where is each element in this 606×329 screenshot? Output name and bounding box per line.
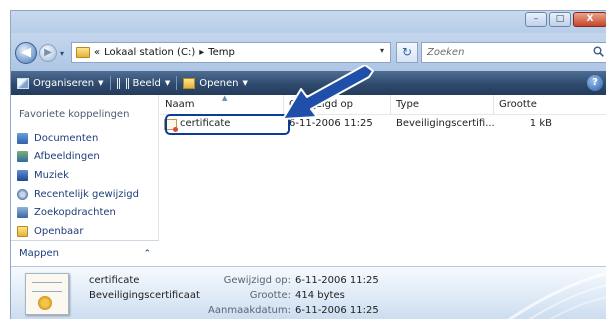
certificate-lines [32, 282, 62, 292]
file-name: certificate [180, 118, 231, 129]
refresh-button[interactable]: ↻ [396, 42, 418, 63]
view-label: Beeld [132, 77, 161, 89]
sidebar-item-pictures[interactable]: Afbeeldingen [17, 148, 139, 167]
details-file-type: Beveiligingscertificaat [89, 290, 200, 301]
breadcrumb-temp[interactable]: Temp [208, 47, 235, 58]
view-icon [116, 77, 129, 89]
file-list: Naam ▲ Gewijzigd op Type Grootte certifi… [160, 94, 606, 266]
sidebar-item-recent[interactable]: Recentelijk gewijzigd [17, 185, 139, 204]
certificate-preview-icon [25, 273, 69, 315]
details-modified-value: 6-11-2006 11:25 [295, 275, 379, 286]
details-size-value: 414 bytes [295, 290, 345, 301]
details-created-value: 6-11-2006 11:25 [295, 305, 379, 316]
details-size-label: Grootte: [249, 290, 291, 301]
back-button[interactable]: ◀ [15, 42, 37, 64]
forward-button[interactable]: ▶ [39, 44, 57, 62]
column-header-name[interactable]: Naam ▲ [160, 94, 284, 115]
music-icon [17, 169, 28, 181]
close-button[interactable]: X [573, 12, 606, 27]
breadcrumb-drive[interactable]: Lokaal station (C:) [104, 47, 195, 58]
sidebar-item-label: Muziek [34, 169, 69, 181]
decorative-swoosh [507, 271, 606, 319]
details-pane: certificate Beveiligingscertificaat Gewi… [11, 266, 606, 319]
help-icon[interactable]: ? [587, 75, 603, 91]
table-row[interactable]: certificate 6-11-2006 11:25 Beveiligings… [160, 115, 606, 133]
sidebar-item-label: Openbaar [34, 225, 84, 237]
organize-label: Organiseren [33, 77, 95, 89]
sidebar-item-label: Recentelijk gewijzigd [34, 188, 139, 200]
sidebar-item-searches[interactable]: Zoekopdrachten [17, 203, 139, 222]
address-bar[interactable]: « Lokaal station (C:) ▸ Temp ▾ [71, 42, 391, 63]
folders-toggle[interactable]: Mappen ⌃ [11, 240, 159, 266]
navigation-pane: Favoriete koppelingen Documenten Afbeeld… [11, 95, 159, 266]
documents-icon [17, 132, 28, 144]
details-file-name: certificate [89, 275, 140, 286]
sidebar-item-label: Zoekopdrachten [34, 207, 116, 219]
column-header-type[interactable]: Type [391, 95, 494, 115]
file-size-cell: 1 kB [529, 118, 552, 129]
favorite-links-heading: Favoriete koppelingen [19, 109, 130, 120]
search-icon[interactable] [593, 46, 604, 60]
explorer-window: – □ X ◀ ▶ ▾ « Lokaal station (C:) ▸ Temp… [10, 10, 606, 319]
public-folder-icon [17, 225, 28, 237]
sort-ascending-icon: ▲ [222, 94, 228, 102]
sidebar-item-music[interactable]: Muziek [17, 166, 139, 185]
folder-icon [76, 47, 90, 58]
open-folder-icon [183, 77, 196, 89]
search-placeholder: Zoeken [427, 47, 465, 58]
details-modified-label: Gewijzigd op: [223, 275, 291, 286]
details-created-label: Aanmaakdatum: [208, 305, 291, 316]
column-header-size[interactable]: Grootte [494, 95, 558, 115]
folders-label: Mappen [19, 248, 59, 259]
breadcrumb-separator-icon[interactable]: ▸ [199, 47, 204, 58]
search-input[interactable]: Zoeken [421, 42, 606, 63]
sidebar-item-label: Afbeeldingen [34, 151, 100, 163]
favorite-links-list: Documenten Afbeeldingen Muziek Recenteli… [17, 129, 139, 241]
file-type-cell: Beveiligingscertifi... [396, 118, 494, 129]
window-controls: – □ X [525, 12, 606, 27]
pictures-icon [17, 151, 28, 163]
open-label: Openen [199, 77, 239, 89]
sidebar-item-label: Documenten [34, 132, 99, 144]
certificate-file-icon [164, 118, 178, 132]
title-bar[interactable]: – □ X [11, 11, 606, 33]
chevron-up-icon: ⌃ [143, 248, 151, 259]
sidebar-item-public[interactable]: Openbaar [17, 222, 139, 241]
searches-icon [17, 207, 28, 219]
maximize-button[interactable]: □ [549, 12, 571, 27]
chevron-down-icon: ▼ [164, 79, 171, 87]
chevron-down-icon: ▼ [98, 79, 104, 87]
recent-pages-dropdown-icon[interactable]: ▾ [60, 49, 64, 58]
sidebar-item-documents[interactable]: Documenten [17, 129, 139, 148]
column-header-label: Naam [165, 99, 195, 110]
chevron-down-icon: ▼ [242, 79, 248, 87]
address-dropdown-icon[interactable]: ▾ [380, 46, 384, 55]
view-menu-button[interactable]: Beeld ▼ [111, 71, 177, 95]
column-header-row: Naam ▲ Gewijzigd op Type Grootte [160, 94, 606, 115]
organize-menu-button[interactable]: Organiseren ▼ [11, 71, 110, 95]
address-overflow[interactable]: « [94, 47, 100, 58]
open-menu-button[interactable]: Openen ▼ [177, 71, 254, 95]
certificate-seal [38, 296, 52, 310]
pointer-arrow-icon [282, 65, 374, 120]
minimize-button[interactable]: – [525, 12, 547, 27]
organize-icon [17, 77, 29, 89]
recent-icon [17, 188, 28, 200]
file-name-cell[interactable]: certificate [164, 115, 284, 133]
